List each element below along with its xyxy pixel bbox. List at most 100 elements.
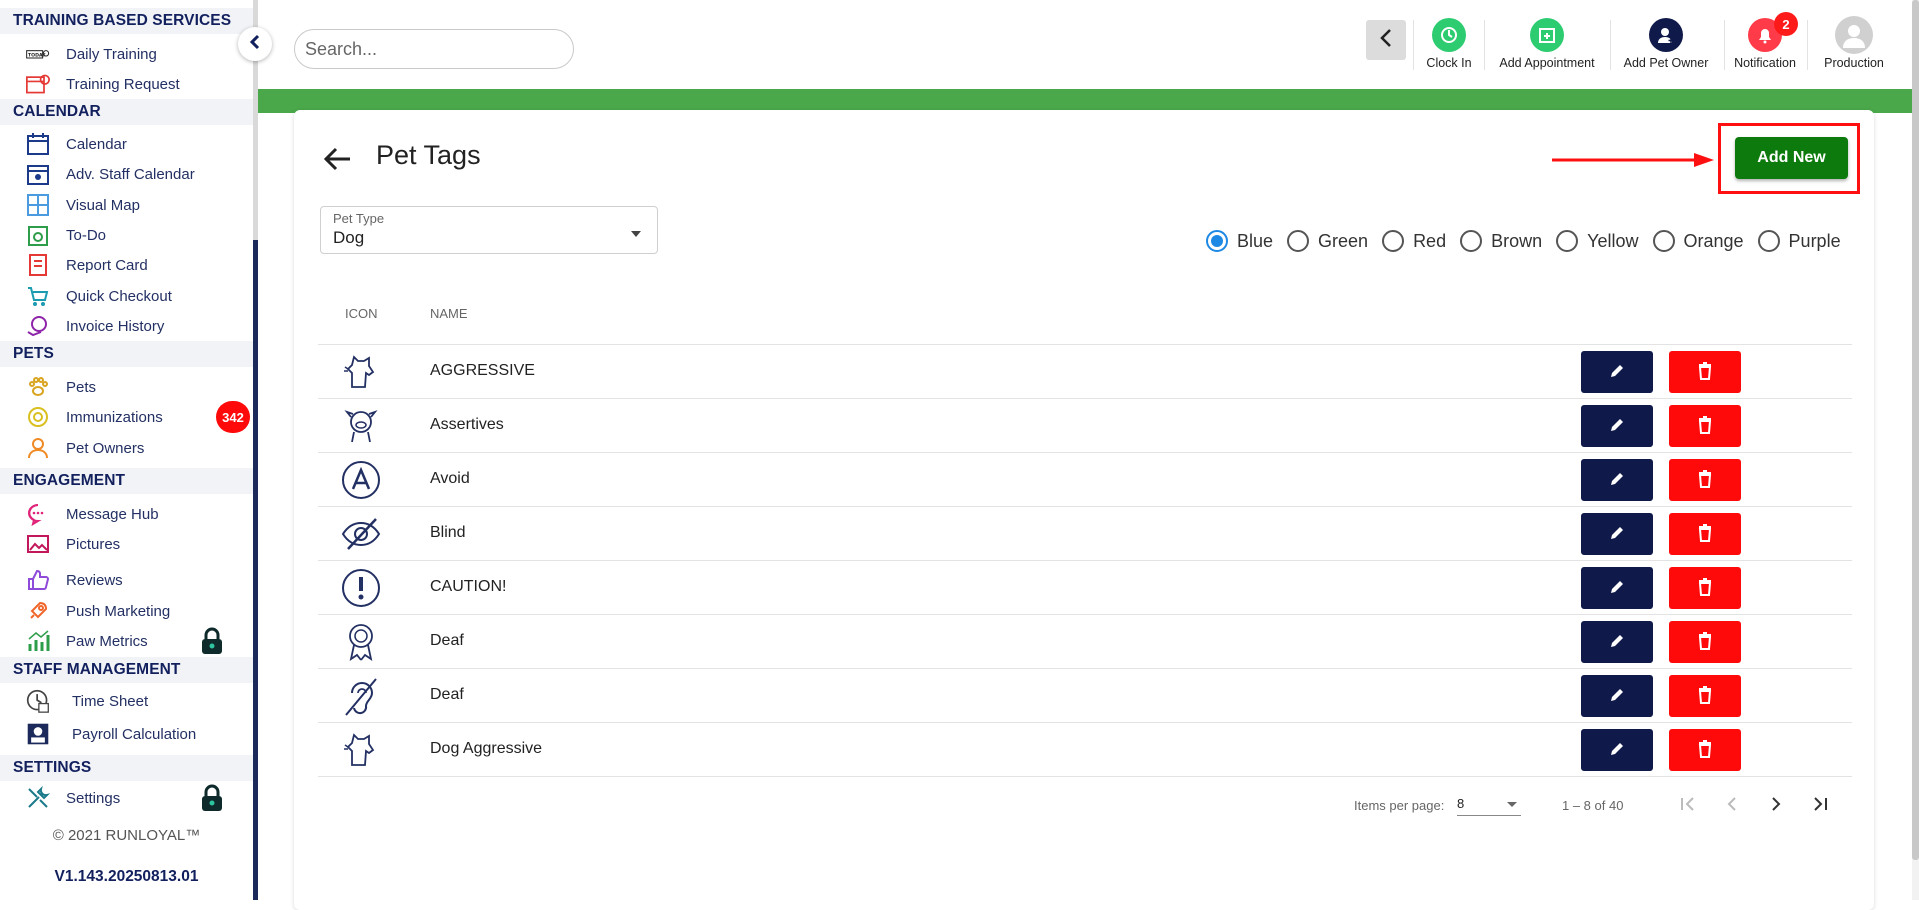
sidebar-item-immunizations[interactable]: Immunizations 342 <box>0 401 253 433</box>
paw-icon <box>26 375 50 399</box>
sidebar-item-invoice-history[interactable]: Invoice History <box>0 311 253 341</box>
clock-sheet-icon <box>26 689 50 713</box>
edit-button[interactable] <box>1581 351 1653 393</box>
sidebar-item-pets[interactable]: Pets <box>0 372 253 402</box>
delete-button[interactable] <box>1669 351 1741 393</box>
sidebar-item-report-card[interactable]: Report Card <box>0 250 253 280</box>
sidebar-item-label: Paw Metrics <box>66 632 148 650</box>
dropdown-caret-icon <box>631 231 641 237</box>
sidebar-item-daily-training[interactable]: TODAY Daily Training <box>0 39 253 69</box>
sidebar-item-pet-owners[interactable]: Pet Owners <box>0 433 253 463</box>
sidebar-item-adv-staff-calendar[interactable]: Adv. Staff Calendar <box>0 159 253 189</box>
add-appointment-button[interactable]: Add Appointment <box>1491 18 1603 74</box>
add-pet-owner-button[interactable]: Add Pet Owner <box>1616 18 1716 74</box>
sidebar-item-payroll-calculation[interactable]: Payroll Calculation <box>0 719 253 749</box>
color-option-blue[interactable]: Blue <box>1206 230 1273 252</box>
delete-button[interactable] <box>1669 513 1741 555</box>
section-pets: PETS <box>0 341 253 367</box>
color-option-green[interactable]: Green <box>1287 230 1368 252</box>
profile-label: Production <box>1824 56 1884 70</box>
arrow-left-icon <box>322 147 354 177</box>
annotation-arrow <box>1552 153 1714 167</box>
first-page-button[interactable] <box>1668 786 1708 826</box>
last-page-button[interactable] <box>1800 786 1840 826</box>
color-option-brown[interactable]: Brown <box>1460 230 1542 252</box>
trash-icon <box>1698 577 1712 599</box>
items-per-page-value: 8 <box>1457 796 1465 811</box>
person-icon <box>26 436 50 460</box>
delete-button[interactable] <box>1669 621 1741 663</box>
radio[interactable] <box>1556 230 1579 252</box>
radio[interactable] <box>1757 230 1780 252</box>
tools-icon <box>26 786 50 810</box>
delete-button[interactable] <box>1669 459 1741 501</box>
edit-button[interactable] <box>1581 621 1653 663</box>
items-per-page-select[interactable]: 8 <box>1457 796 1521 816</box>
color-option-yellow[interactable]: Yellow <box>1556 230 1639 252</box>
sidebar-item-paw-metrics[interactable]: Paw Metrics <box>0 626 253 656</box>
sidebar-item-label: Pictures <box>66 535 121 553</box>
radio[interactable] <box>1652 230 1675 252</box>
lock-icon <box>200 627 224 655</box>
ear-slash-icon <box>340 675 382 717</box>
section-training: TRAINING BASED SERVICES <box>0 8 253 34</box>
sidebar-item-settings[interactable]: Settings <box>0 783 253 813</box>
chevron-right-icon <box>1770 796 1782 817</box>
back-button[interactable] <box>322 145 354 173</box>
chevron-left-icon <box>1379 28 1393 53</box>
collapse-sidebar-button[interactable] <box>238 27 272 61</box>
next-page-button[interactable] <box>1756 786 1796 826</box>
report-card-icon <box>26 253 50 277</box>
items-per-page-label: Items per page: <box>1354 798 1445 813</box>
sidebar-item-push-marketing[interactable]: Push Marketing <box>0 596 253 626</box>
sidebar-item-calendar[interactable]: Calendar <box>0 129 253 159</box>
eye-slash-icon <box>340 513 382 555</box>
sidebar-item-reviews[interactable]: Reviews <box>0 565 253 595</box>
add-new-button[interactable]: Add New <box>1735 137 1848 179</box>
edit-button[interactable] <box>1581 675 1653 717</box>
page-scroll-thumb[interactable] <box>1912 0 1919 860</box>
pet-type-select[interactable]: Pet Type Dog <box>320 206 658 254</box>
delete-button[interactable] <box>1669 405 1741 447</box>
delete-button[interactable] <box>1669 567 1741 609</box>
color-option-purple[interactable]: Purple <box>1757 230 1841 252</box>
chat-icon <box>26 502 50 526</box>
sidebar-item-label: Payroll Calculation <box>72 725 197 743</box>
radio[interactable] <box>1460 230 1483 252</box>
edit-button[interactable] <box>1581 567 1653 609</box>
edit-button[interactable] <box>1581 513 1653 555</box>
sidebar-item-message-hub[interactable]: Message Hub <box>0 499 253 529</box>
delete-button[interactable] <box>1669 729 1741 771</box>
aggressive-dog-icon <box>340 729 382 771</box>
radio[interactable] <box>1287 230 1310 252</box>
search-input[interactable] <box>294 29 574 69</box>
sidebar-item-training-request[interactable]: Training Request <box>0 69 253 99</box>
edit-button[interactable] <box>1581 729 1653 771</box>
section-settings: SETTINGS <box>0 755 253 781</box>
add-appointment-label: Add Appointment <box>1499 56 1595 70</box>
sidebar-item-pictures[interactable]: Pictures <box>0 529 253 559</box>
pencil-icon <box>1609 687 1625 706</box>
color-option-red[interactable]: Red <box>1382 230 1446 252</box>
profile-button[interactable]: Production <box>1818 16 1890 74</box>
bar-chart-icon <box>26 629 50 653</box>
previous-page-button[interactable] <box>1712 786 1752 826</box>
table-row: Deaf <box>318 668 1852 722</box>
header-back-button[interactable] <box>1366 20 1406 60</box>
color-filter-group: Blue Green Red Brown Yellow Orange Purpl… <box>1206 226 1855 256</box>
grid-map-icon <box>26 193 50 217</box>
sidebar-item-to-do[interactable]: To-Do <box>0 220 253 250</box>
sidebar-item-time-sheet[interactable]: Time Sheet <box>0 686 253 716</box>
radio-selected[interactable] <box>1206 230 1228 252</box>
edit-button[interactable] <box>1581 459 1653 501</box>
divider <box>1413 20 1414 70</box>
divider <box>1807 20 1808 70</box>
notification-button[interactable]: 2 Notification <box>1730 12 1800 74</box>
clock-in-button[interactable]: Clock In <box>1421 18 1477 74</box>
delete-button[interactable] <box>1669 675 1741 717</box>
radio[interactable] <box>1382 230 1405 252</box>
sidebar-item-quick-checkout[interactable]: Quick Checkout <box>0 281 253 311</box>
edit-button[interactable] <box>1581 405 1653 447</box>
color-option-orange[interactable]: Orange <box>1652 230 1744 252</box>
sidebar-item-visual-map[interactable]: Visual Map <box>0 190 253 220</box>
